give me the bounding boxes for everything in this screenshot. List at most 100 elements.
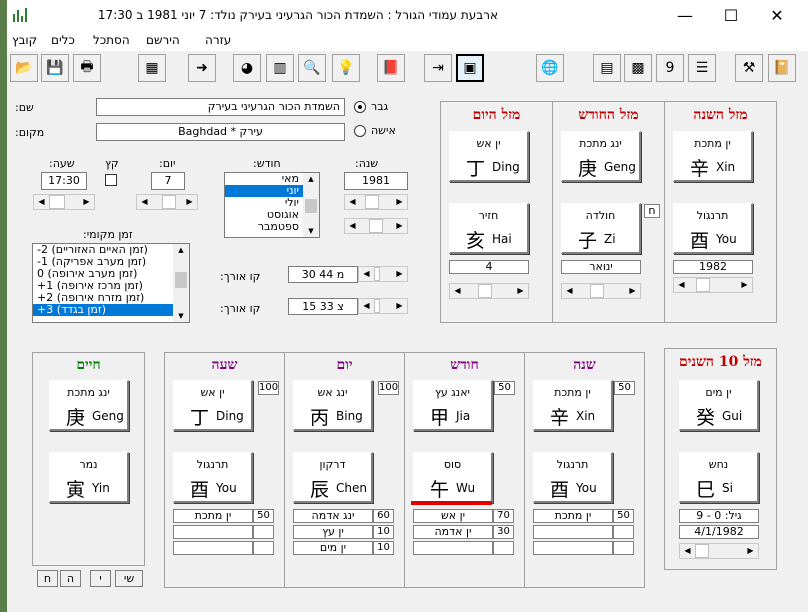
form-icon[interactable]: ▦ bbox=[138, 54, 166, 82]
minimize-button[interactable]: — bbox=[662, 0, 708, 31]
decade-scrollbar[interactable]: ◀ ▶ bbox=[679, 543, 759, 559]
year-luck-branch-card[interactable]: תרנגול 酉 You bbox=[673, 203, 753, 254]
day-stem-strength: 100 bbox=[378, 381, 399, 395]
maximize-button[interactable]: ☐ bbox=[708, 0, 754, 31]
month-luck-scrollbar[interactable]: ◀ ▶ bbox=[561, 283, 641, 299]
hour-input[interactable]: 17:30 bbox=[41, 172, 87, 190]
stem-hebrew: ין אש bbox=[476, 137, 501, 150]
year-scrollbar[interactable]: ◀ ▶ bbox=[344, 194, 408, 210]
notebook-icon[interactable]: 📔 bbox=[768, 54, 796, 82]
decade-luck-title: מזל 10 השנים bbox=[679, 354, 762, 370]
pie-chart-icon[interactable]: ◕ bbox=[233, 54, 261, 82]
hour-label: שעה: bbox=[49, 157, 75, 170]
decade-stem-card[interactable]: ין מים 癸 Gui bbox=[679, 380, 759, 431]
nine-icon[interactable]: 9 bbox=[656, 54, 684, 82]
arrow-right-icon[interactable]: ➜ bbox=[188, 54, 216, 82]
day-hidden-stem: ינג אדמה bbox=[293, 509, 373, 523]
menu-tools[interactable]: כלים bbox=[51, 33, 75, 47]
year-pillar: שנה ין מתכת 辛 Xin 50 תרנגול 酉 You ין מתכ… bbox=[524, 352, 645, 588]
month-luck-stem-card[interactable]: ינג מתכת 庚 Geng bbox=[561, 131, 641, 182]
lightbulb-icon[interactable]: 💡 bbox=[332, 54, 360, 82]
longitude-scrollbar[interactable]: ◀ ▶ bbox=[358, 266, 408, 282]
hour-scrollbar[interactable]: ◀ ▶ bbox=[33, 194, 95, 210]
year-luck-title: מזל השנה bbox=[693, 107, 748, 123]
life-branch-card[interactable]: נמר 寅 Yin bbox=[49, 452, 129, 503]
stem-pinyin: Xin bbox=[576, 409, 596, 423]
day-stem-card[interactable]: ינג אש 丙 Bing bbox=[293, 380, 373, 431]
export-icon[interactable]: ⇥ bbox=[424, 54, 452, 82]
month-hidden-stem: ין אש bbox=[413, 509, 493, 523]
branch-pinyin: Hai bbox=[492, 232, 512, 246]
bottom-button-3[interactable]: ה bbox=[60, 570, 81, 587]
day-luck-branch-card[interactable]: חזיר 亥 Hai bbox=[449, 203, 529, 254]
year-branch-card[interactable]: תרנגול 酉 You bbox=[533, 452, 613, 503]
male-radio[interactable] bbox=[354, 101, 366, 113]
life-stem-card[interactable]: ינג מתכת 庚 Geng bbox=[49, 380, 129, 431]
magnifier-icon[interactable]: 🔍 bbox=[298, 54, 326, 82]
close-button[interactable]: ✕ bbox=[754, 0, 800, 31]
bottom-button-4[interactable]: ח bbox=[37, 570, 58, 587]
hour-hidden-num-empty bbox=[253, 541, 274, 555]
month-list[interactable]: מאי יוני יולי אוגוסט ספטמבר ▲ ▼ bbox=[224, 172, 320, 238]
stem-pinyin: Gui bbox=[722, 409, 743, 423]
day-luck-scrollbar[interactable]: ◀ ▶ bbox=[449, 283, 529, 299]
month-list-scrollbar[interactable]: ▲ ▼ bbox=[303, 173, 319, 237]
year-hidden-empty bbox=[533, 541, 613, 555]
female-radio[interactable] bbox=[354, 125, 366, 137]
save-icon[interactable]: 💾 bbox=[41, 54, 69, 82]
place-input[interactable]: Baghdad * עירק bbox=[96, 123, 345, 141]
year-input[interactable]: 1981 bbox=[344, 172, 408, 190]
presentation-icon[interactable]: ▣ bbox=[456, 54, 484, 82]
bottom-button-2[interactable]: י bbox=[90, 570, 111, 587]
hexagram-icon[interactable]: ☰ bbox=[688, 54, 716, 82]
day-scrollbar[interactable]: ◀ ▶ bbox=[136, 194, 198, 210]
day-luck-stem-card[interactable]: ין אש 丁 Ding bbox=[449, 131, 529, 182]
longitude-input[interactable]: מ 44 30 bbox=[288, 266, 358, 283]
bottom-button-1[interactable]: שי bbox=[115, 570, 143, 587]
year-stem-card[interactable]: ין מתכת 辛 Xin bbox=[533, 380, 613, 431]
day-input[interactable]: 7 bbox=[151, 172, 185, 190]
bar-chart-icon[interactable]: ▥ bbox=[266, 54, 294, 82]
book-icon[interactable]: 📕 bbox=[377, 54, 405, 82]
hour-hidden-num-empty bbox=[253, 525, 274, 539]
hour-hidden-empty bbox=[173, 541, 253, 555]
grid-icon[interactable]: ▩ bbox=[624, 54, 652, 82]
menu-register[interactable]: הירשם bbox=[146, 33, 180, 47]
stem-hebrew: ינג מתכת bbox=[579, 137, 622, 150]
month-luck-branch-card[interactable]: חולדה 子 Zi bbox=[561, 203, 641, 254]
hour-branch-card[interactable]: תרנגול 酉 You bbox=[173, 452, 253, 503]
female-label: אישה bbox=[371, 124, 396, 137]
branch-hanzi: 辰 bbox=[310, 479, 330, 501]
table-icon[interactable]: ▤ bbox=[593, 54, 621, 82]
year-pillar-title: שנה bbox=[573, 357, 596, 373]
globe-icon[interactable]: 🌐 bbox=[536, 54, 564, 82]
open-file-icon[interactable]: 📂 bbox=[10, 54, 38, 82]
place-label: מקום: bbox=[15, 126, 45, 139]
stem-pinyin: Geng bbox=[92, 409, 124, 423]
year-hidden-num-empty bbox=[613, 525, 634, 539]
month-stem-card[interactable]: יאנג עץ 甲 Jia bbox=[413, 380, 493, 431]
hour-stem-card[interactable]: ין אש 丁 Ding bbox=[173, 380, 253, 431]
print-icon[interactable]: 🖶 bbox=[73, 54, 101, 82]
day-branch-card[interactable]: דרקון 辰 Chen bbox=[293, 452, 373, 503]
timezone-item-selected[interactable]: +3 (זמן בגדד) bbox=[33, 304, 173, 316]
year-fine-scrollbar[interactable]: ◀ ▶ bbox=[344, 218, 408, 234]
menu-help[interactable]: עזרה bbox=[205, 33, 231, 47]
dst-checkbox[interactable] bbox=[105, 174, 117, 186]
timezone-list-scrollbar[interactable]: ▲ ▼ bbox=[173, 244, 189, 322]
latitude-scrollbar[interactable]: ◀ ▶ bbox=[358, 298, 408, 314]
tools-icon[interactable]: ⚒ bbox=[735, 54, 763, 82]
decade-branch-card[interactable]: נחש 巳 Si bbox=[679, 452, 759, 503]
month-item[interactable]: ספטמבר bbox=[225, 221, 303, 233]
day-pillar: יום ינג אש 丙 Bing 100 דרקון 辰 Chen ינג א… bbox=[284, 352, 405, 588]
branch-hanzi: 亥 bbox=[466, 230, 486, 252]
stem-hebrew: ין מתכת bbox=[554, 386, 591, 399]
timezone-list[interactable]: -2 (זמן האיים האזוריים) -1 (זמן מערב אפר… bbox=[32, 243, 190, 323]
year-luck-scrollbar[interactable]: ◀ ▶ bbox=[673, 277, 753, 293]
month-branch-card[interactable]: סוס 午 Wu bbox=[413, 452, 493, 503]
menu-view[interactable]: הסתכל bbox=[93, 33, 130, 47]
menu-file[interactable]: קובץ bbox=[12, 33, 37, 47]
name-input[interactable]: השמדת הכור הגרעיני בעירק bbox=[96, 98, 345, 116]
year-luck-stem-card[interactable]: ין מתכת 辛 Xin bbox=[673, 131, 753, 182]
latitude-input[interactable]: צ 33 15 bbox=[288, 298, 358, 315]
